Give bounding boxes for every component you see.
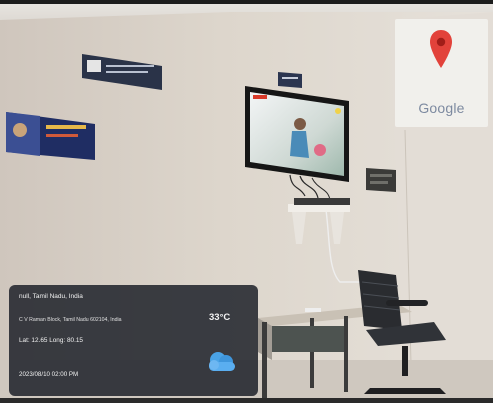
map-thumbnail[interactable]: Google xyxy=(395,19,488,127)
small-sign xyxy=(278,72,302,88)
coordinates-label: Lat: 12.65 Long: 80.15 xyxy=(19,337,83,344)
cloud-icon xyxy=(209,352,235,371)
geotagged-photo: Google null, Tamil Nadu, India C V Raman… xyxy=(0,0,493,403)
location-label: null, Tamil Nadu, India xyxy=(19,293,83,300)
geo-info-overlay: null, Tamil Nadu, India C V Raman Block,… xyxy=(9,285,258,396)
address-label: C V Raman Block, Tamil Nadu 602104, Indi… xyxy=(19,317,122,323)
television xyxy=(245,86,349,182)
map-pin-icon xyxy=(430,30,452,68)
map-brand-label: Google xyxy=(418,100,465,116)
temperature-label: 33°C xyxy=(209,312,231,323)
right-panel-sign xyxy=(366,168,396,192)
datetime-label: 2023/08/10 02:00 PM xyxy=(19,371,79,378)
